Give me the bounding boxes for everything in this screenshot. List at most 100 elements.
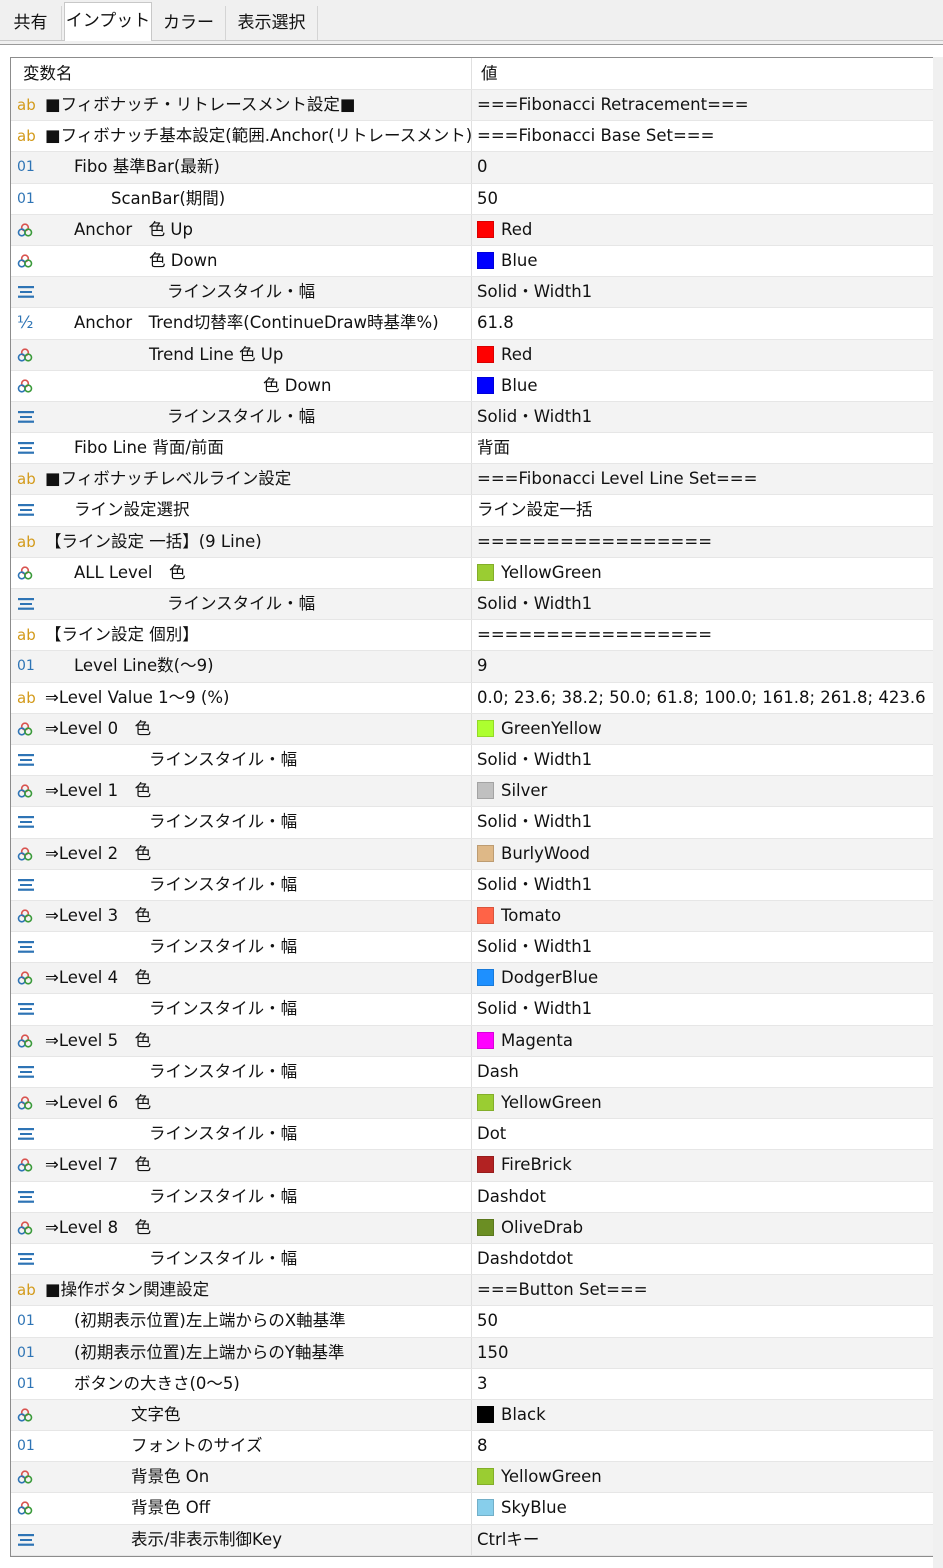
property-row[interactable]: ⇒Level 3 色 Tomato xyxy=(11,900,933,933)
property-row[interactable]: ⇒Level 8 色 OliveDrab xyxy=(11,1212,933,1244)
property-row[interactable]: ラインスタイル・幅 Solid・Width1 xyxy=(11,807,933,839)
property-value-cell[interactable]: Red xyxy=(471,214,933,245)
property-row[interactable]: ab 【ライン設定 個別】 ================= xyxy=(11,620,933,652)
property-value-cell[interactable]: Red xyxy=(471,339,933,370)
property-value-cell[interactable]: ================= xyxy=(471,526,933,557)
property-value-cell[interactable]: ライン設定一括 xyxy=(471,495,933,526)
property-value-cell[interactable]: Dash xyxy=(471,1056,933,1087)
property-row[interactable]: ラインスタイル・幅 Solid・Width1 xyxy=(11,277,933,309)
property-row[interactable]: ラインスタイル・幅 Solid・Width1 xyxy=(11,744,933,777)
property-value-cell[interactable]: Solid・Width1 xyxy=(471,994,933,1025)
property-row[interactable]: ⇒Level 1 色 Silver xyxy=(11,776,933,808)
property-row[interactable]: ALL Level 色 YellowGreen xyxy=(11,557,933,589)
property-row[interactable]: Fibo Line 背面/前面 背面 xyxy=(11,433,933,465)
property-value-cell[interactable]: 150 xyxy=(471,1337,933,1368)
property-value-cell[interactable]: 8 xyxy=(471,1431,933,1462)
property-value-cell[interactable]: Solid・Width1 xyxy=(471,807,933,838)
property-value-cell[interactable]: Blue xyxy=(471,245,933,277)
property-value-cell[interactable]: ===Fibonacci Base Set=== xyxy=(471,121,933,152)
property-row[interactable]: 文字色 Black xyxy=(11,1399,933,1432)
tab-input[interactable]: インプット xyxy=(64,2,152,41)
property-value-cell[interactable]: ================= xyxy=(471,620,933,651)
property-value-cell[interactable]: Solid・Width1 xyxy=(471,589,933,620)
property-value-cell[interactable]: 0 xyxy=(471,152,933,183)
property-value-cell[interactable]: Solid・Width1 xyxy=(471,932,933,963)
property-row[interactable]: ⇒Level 4 色 DodgerBlue xyxy=(11,963,933,995)
property-value-cell[interactable]: YellowGreen xyxy=(471,1462,933,1493)
tab-color[interactable]: カラー xyxy=(152,6,226,40)
property-value-cell[interactable]: Dot xyxy=(471,1119,933,1150)
property-row[interactable]: ラインスタイル・幅 Dashdot xyxy=(11,1181,933,1213)
property-value-cell[interactable]: FireBrick xyxy=(471,1150,933,1181)
property-row[interactable]: ⇒Level 7 色 FireBrick xyxy=(11,1150,933,1182)
property-row[interactable]: ½ Anchor Trend切替率(ContinueDraw時基準%) 61.8 xyxy=(11,308,933,340)
property-value-cell[interactable]: Magenta xyxy=(471,1025,933,1056)
property-value-cell[interactable]: YellowGreen xyxy=(471,557,933,588)
property-value-cell[interactable]: 50 xyxy=(471,183,933,214)
property-value-cell[interactable]: DodgerBlue xyxy=(471,963,933,994)
property-row[interactable]: 01 ScanBar(期間) 50 xyxy=(11,183,933,215)
property-row[interactable]: 表示/非表示制御Key Ctrlキー xyxy=(11,1524,933,1556)
property-row[interactable]: 背景色 Off SkyBlue xyxy=(11,1493,933,1525)
property-value-cell[interactable]: Silver xyxy=(471,776,933,807)
property-row[interactable]: ラインスタイル・幅 Dashdotdot xyxy=(11,1243,933,1276)
property-value-cell[interactable]: 9 xyxy=(471,651,933,682)
property-row[interactable]: ab ■フィボナッチレベルライン設定 ===Fibonacci Level Lin… xyxy=(11,464,933,496)
property-row[interactable]: ⇒Level 2 色 BurlyWood xyxy=(11,838,933,870)
property-row[interactable]: 01 Fibo 基準Bar(最新) 0 xyxy=(11,152,933,184)
property-value-cell[interactable]: Solid・Width1 xyxy=(471,744,933,776)
property-row[interactable]: ラインスタイル・幅 Solid・Width1 xyxy=(11,869,933,901)
property-row[interactable]: ⇒Level 5 色 Magenta xyxy=(11,1025,933,1057)
property-value-cell[interactable]: OliveDrab xyxy=(471,1212,933,1243)
property-row[interactable]: 01 (初期表示位置)左上端からのY軸基準 150 xyxy=(11,1337,933,1369)
property-value-cell[interactable]: ===Fibonacci Level Line Set=== xyxy=(471,464,933,495)
property-value-cell[interactable]: Ctrlキー xyxy=(471,1524,933,1555)
property-row[interactable]: ラインスタイル・幅 Solid・Width1 xyxy=(11,994,933,1026)
property-value-cell[interactable]: 0.0; 23.6; 38.2; 50.0; 61.8; 100.0; 161.… xyxy=(471,682,933,713)
property-row[interactable]: 01 Level Line数(～9) 9 xyxy=(11,651,933,683)
property-row[interactable]: ライン設定選択 ライン設定一括 xyxy=(11,495,933,527)
property-value-cell[interactable]: Dashdot xyxy=(471,1181,933,1212)
property-value-cell[interactable]: Solid・Width1 xyxy=(471,869,933,900)
property-value-cell[interactable]: 背面 xyxy=(471,433,933,464)
property-value-cell[interactable]: ===Fibonacci Retracement=== xyxy=(471,90,933,121)
tab-common[interactable]: 共有 xyxy=(0,6,62,40)
property-value-cell[interactable]: Solid・Width1 xyxy=(471,277,933,308)
property-row[interactable]: Trend Line 色 Up Red xyxy=(11,339,933,371)
tab-display-select[interactable]: 表示選択 xyxy=(226,6,318,40)
property-row[interactable]: ab 【ライン設定 一括】(9 Line) ================= xyxy=(11,526,933,558)
property-row[interactable]: Anchor 色 Up Red xyxy=(11,214,933,246)
property-row[interactable]: ラインスタイル・幅 Solid・Width1 xyxy=(11,932,933,964)
property-value-cell[interactable]: Tomato xyxy=(471,900,933,932)
property-value-cell[interactable]: BurlyWood xyxy=(471,838,933,869)
property-row[interactable]: 背景色 On YellowGreen xyxy=(11,1462,933,1494)
property-value-cell[interactable]: Black xyxy=(471,1399,933,1431)
property-row[interactable]: ラインスタイル・幅 Solid・Width1 xyxy=(11,401,933,434)
property-row[interactable]: ラインスタイル・幅 Solid・Width1 xyxy=(11,589,933,621)
property-value-cell[interactable]: ===Button Set=== xyxy=(471,1275,933,1306)
property-value-cell[interactable]: Blue xyxy=(471,370,933,401)
property-value-cell[interactable]: SkyBlue xyxy=(471,1493,933,1524)
property-row[interactable]: 色 Down Blue xyxy=(11,245,933,278)
properties-panel: 変数名 値 ab ■フィボナッチ・リトレースメント設定■ ===Fibonacci … xyxy=(0,44,943,1568)
property-value-cell[interactable]: Solid・Width1 xyxy=(471,401,933,433)
property-row[interactable]: ⇒Level 0 色 GreenYellow xyxy=(11,713,933,745)
vertical-scrollbar[interactable] xyxy=(933,57,943,1568)
property-row[interactable]: 色 Down Blue xyxy=(11,370,933,402)
property-value-cell[interactable]: YellowGreen xyxy=(471,1088,933,1119)
property-row[interactable]: 01 フォントのサイズ 8 xyxy=(11,1431,933,1463)
property-value-cell[interactable]: 3 xyxy=(471,1368,933,1399)
property-value-cell[interactable]: GreenYellow xyxy=(471,713,933,744)
property-value-cell[interactable]: 61.8 xyxy=(471,308,933,339)
property-value-cell[interactable]: Dashdotdot xyxy=(471,1243,933,1275)
property-value-cell[interactable]: 50 xyxy=(471,1306,933,1337)
property-row[interactable]: ラインスタイル・幅 Dash xyxy=(11,1056,933,1088)
property-row[interactable]: 01 (初期表示位置)左上端からのX軸基準 50 xyxy=(11,1306,933,1338)
property-row[interactable]: ab ■操作ボタン関連設定 ===Button Set=== xyxy=(11,1275,933,1307)
property-row[interactable]: ラインスタイル・幅 Dot xyxy=(11,1119,933,1151)
property-row[interactable]: ⇒Level 6 色 YellowGreen xyxy=(11,1088,933,1120)
property-row[interactable]: ab ■フィボナッチ基本設定(範囲.Anchor(リトレースメント)) ===Fib… xyxy=(11,121,933,153)
property-row[interactable]: 01 ボタンの大きさ(0～5) 3 xyxy=(11,1368,933,1400)
property-row[interactable]: ab ⇒Level Value 1～9 (%) 0.0; 23.6; 38.2; 5… xyxy=(11,682,933,714)
property-row[interactable]: ab ■フィボナッチ・リトレースメント設定■ ===Fibonacci Retrac… xyxy=(11,90,933,122)
